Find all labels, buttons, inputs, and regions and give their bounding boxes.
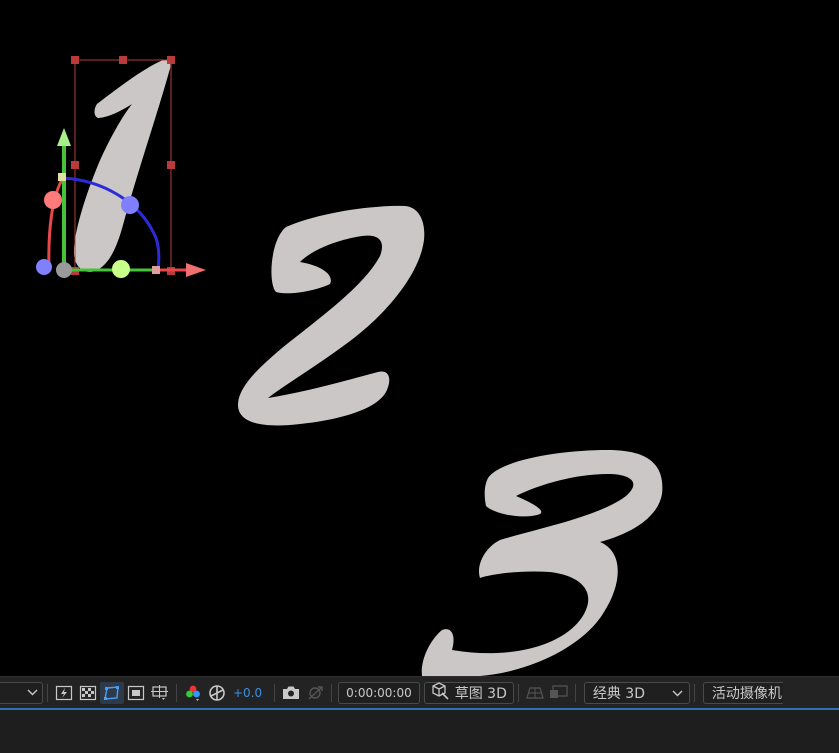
toolbar-divider bbox=[274, 683, 276, 702]
transparency-grid-icon[interactable] bbox=[76, 682, 100, 704]
chevron-down-icon bbox=[672, 685, 683, 701]
x-axis-arrow-icon bbox=[186, 263, 206, 277]
snapshot-camera-icon[interactable] bbox=[279, 682, 303, 704]
gizmo-corner bbox=[152, 266, 160, 274]
y-axis-arrow-icon bbox=[57, 128, 71, 146]
draft-3d-button[interactable]: 草图 3D bbox=[423, 681, 514, 704]
bbox-handle bbox=[167, 56, 175, 64]
composition-canvas[interactable] bbox=[0, 0, 839, 676]
toolbar-divider bbox=[574, 683, 576, 702]
bbox-handle bbox=[119, 56, 127, 64]
timeline-panel[interactable] bbox=[0, 710, 839, 753]
toolbar-divider bbox=[517, 683, 519, 702]
magnification-dropdown[interactable] bbox=[0, 681, 43, 704]
channel-rgb-icon[interactable] bbox=[181, 682, 205, 704]
draft-3d-cube-icon bbox=[431, 681, 449, 704]
toolbar-divider bbox=[693, 683, 695, 702]
toolbar-divider bbox=[331, 683, 333, 702]
x-rotation-handle bbox=[44, 191, 62, 209]
digit-three-layer[interactable] bbox=[421, 450, 663, 676]
guides-icon[interactable] bbox=[148, 682, 172, 704]
camera-label: 活动摄像机 bbox=[711, 685, 782, 702]
composition-viewer[interactable] bbox=[0, 0, 839, 676]
exposure-value[interactable]: +0.0 bbox=[233, 686, 262, 700]
z-rotation-handle bbox=[121, 196, 139, 214]
bbox-handle bbox=[167, 161, 175, 169]
y-rotation-handle bbox=[112, 260, 130, 278]
toolbar-divider bbox=[47, 683, 48, 702]
renderer-dropdown[interactable]: 经典 3D bbox=[583, 681, 690, 704]
gizmo-corner bbox=[58, 173, 66, 181]
mask-path-icon[interactable] bbox=[100, 681, 124, 704]
show-snapshot-icon[interactable] bbox=[303, 682, 327, 704]
viewer-toolbar: +0.0 0:00:00:00 草图 3D 经典 3D 活动摄像机 bbox=[0, 676, 839, 708]
ground-plane-icon[interactable] bbox=[523, 682, 547, 704]
toolbar-divider bbox=[176, 683, 177, 702]
renderer-label: 经典 3D bbox=[592, 685, 645, 702]
current-time-field[interactable]: 0:00:00:00 bbox=[338, 681, 420, 704]
z-axis-handle bbox=[36, 259, 52, 275]
motion-blur-icon[interactable] bbox=[52, 682, 76, 704]
digit-two-layer[interactable] bbox=[238, 205, 425, 426]
bbox-handle bbox=[71, 56, 79, 64]
draft-3d-label: 草图 3D bbox=[454, 685, 507, 702]
active-camera-dropdown[interactable]: 活动摄像机 bbox=[702, 681, 783, 704]
extended-viewer-icon[interactable] bbox=[547, 682, 571, 704]
chevron-down-icon bbox=[27, 685, 38, 700]
bbox-handle bbox=[71, 161, 79, 169]
region-of-interest-icon[interactable] bbox=[124, 682, 148, 704]
anchor-point bbox=[56, 262, 72, 278]
exposure-reset-icon[interactable] bbox=[205, 682, 229, 704]
